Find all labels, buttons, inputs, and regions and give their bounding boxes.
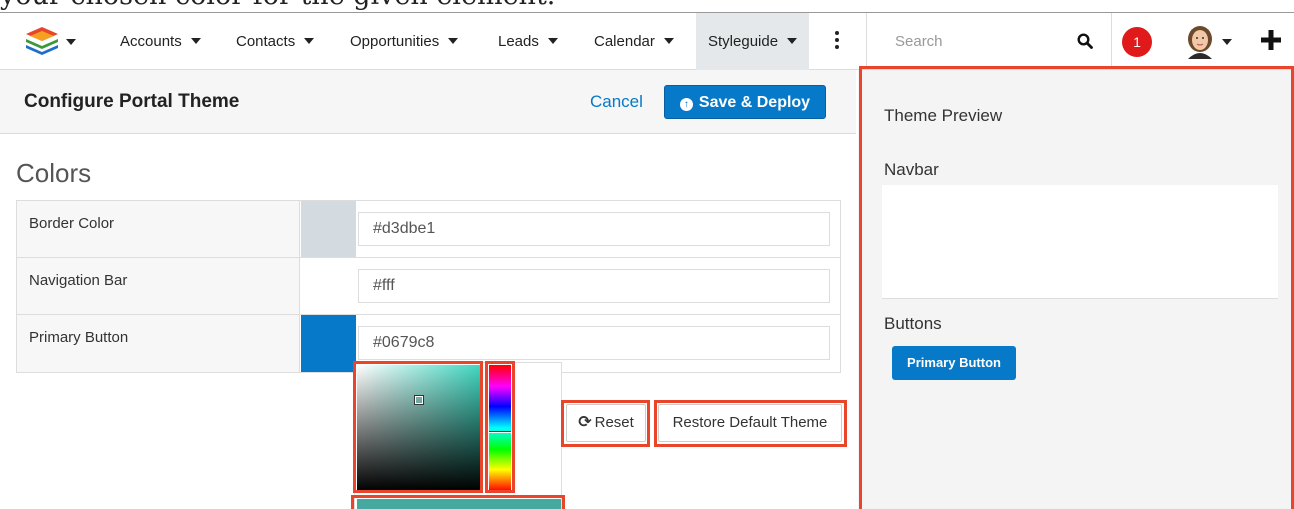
search-input[interactable]: Search — [866, 13, 1112, 70]
hue-slider-handle[interactable] — [489, 431, 511, 433]
nav-calendar[interactable]: Calendar — [594, 13, 674, 70]
chevron-down-icon — [190, 38, 201, 44]
nav-opportunities[interactable]: Opportunities — [350, 13, 459, 70]
sugar-logo-icon[interactable] — [24, 27, 60, 55]
primary-button-color-field[interactable]: #0679c8 — [358, 326, 830, 360]
color-row-navbar: Navigation Bar #fff — [17, 258, 840, 315]
color-picker-popover — [354, 362, 562, 509]
chevron-down-icon — [787, 38, 798, 44]
color-swatch[interactable] — [301, 201, 356, 257]
chevron-down-icon — [663, 38, 674, 44]
color-settings-table: Border Color #d3dbe1 Navigation Bar #fff… — [16, 200, 841, 373]
color-swatch[interactable] — [301, 315, 356, 372]
theme-preview-panel: Theme Preview Navbar Buttons Primary But… — [858, 70, 1294, 509]
colors-section-title: Colors — [16, 158, 92, 188]
preview-buttons-label: Buttons — [884, 314, 942, 333]
refresh-icon: ⟳ — [578, 414, 592, 431]
avatar[interactable] — [1182, 23, 1218, 59]
notification-badge[interactable]: 1 — [1122, 27, 1152, 57]
navigation-bar-color-field[interactable]: #fff — [358, 269, 830, 303]
plus-icon[interactable] — [1260, 29, 1282, 51]
top-navbar: Accounts Contacts Opportunities Leads Ca… — [0, 12, 1294, 70]
cancel-button[interactable]: Cancel — [590, 70, 643, 134]
nav-accounts[interactable]: Accounts — [120, 13, 201, 70]
color-row-border: Border Color #d3dbe1 — [17, 201, 840, 258]
nav-leads[interactable]: Leads — [498, 13, 558, 70]
caption-text: your chosen color for the given element. — [0, 0, 1294, 12]
chevron-down-icon — [304, 38, 315, 44]
restore-default-theme-button[interactable]: Restore Default Theme — [658, 404, 842, 442]
reset-button[interactable]: ⟳ Reset — [566, 404, 646, 442]
hue-slider[interactable] — [489, 365, 511, 491]
saturation-value-area[interactable] — [357, 365, 483, 491]
color-swatch[interactable] — [301, 258, 356, 314]
color-label: Primary Button — [29, 329, 129, 346]
page-header: Configure Portal Theme Cancel ↑ Save & De… — [0, 70, 856, 134]
more-menu-icon[interactable] — [835, 31, 839, 49]
search-placeholder: Search — [895, 33, 943, 50]
nav-contacts[interactable]: Contacts — [236, 13, 315, 70]
theme-preview-title: Theme Preview — [884, 106, 1003, 125]
chevron-down-icon — [547, 38, 558, 44]
color-label: Border Color — [29, 215, 115, 232]
save-deploy-button[interactable]: ↑ Save & Deploy — [664, 85, 826, 119]
border-color-field[interactable]: #d3dbe1 — [358, 212, 830, 246]
logo-dropdown-caret-icon[interactable] — [66, 39, 76, 45]
color-label: Navigation Bar — [29, 272, 128, 289]
upload-icon: ↑ — [679, 98, 693, 111]
saturation-handle[interactable] — [414, 395, 424, 405]
page-title: Configure Portal Theme — [24, 91, 240, 112]
color-preview-strip — [357, 499, 561, 509]
nav-styleguide[interactable]: Styleguide — [696, 13, 810, 70]
preview-navbar-box — [882, 185, 1278, 299]
preview-navbar-label: Navbar — [884, 160, 939, 179]
chevron-down-icon — [448, 38, 459, 44]
preview-primary-button[interactable]: Primary Button — [892, 346, 1016, 380]
search-icon[interactable] — [1077, 33, 1093, 49]
avatar-dropdown-caret-icon[interactable] — [1222, 39, 1232, 45]
